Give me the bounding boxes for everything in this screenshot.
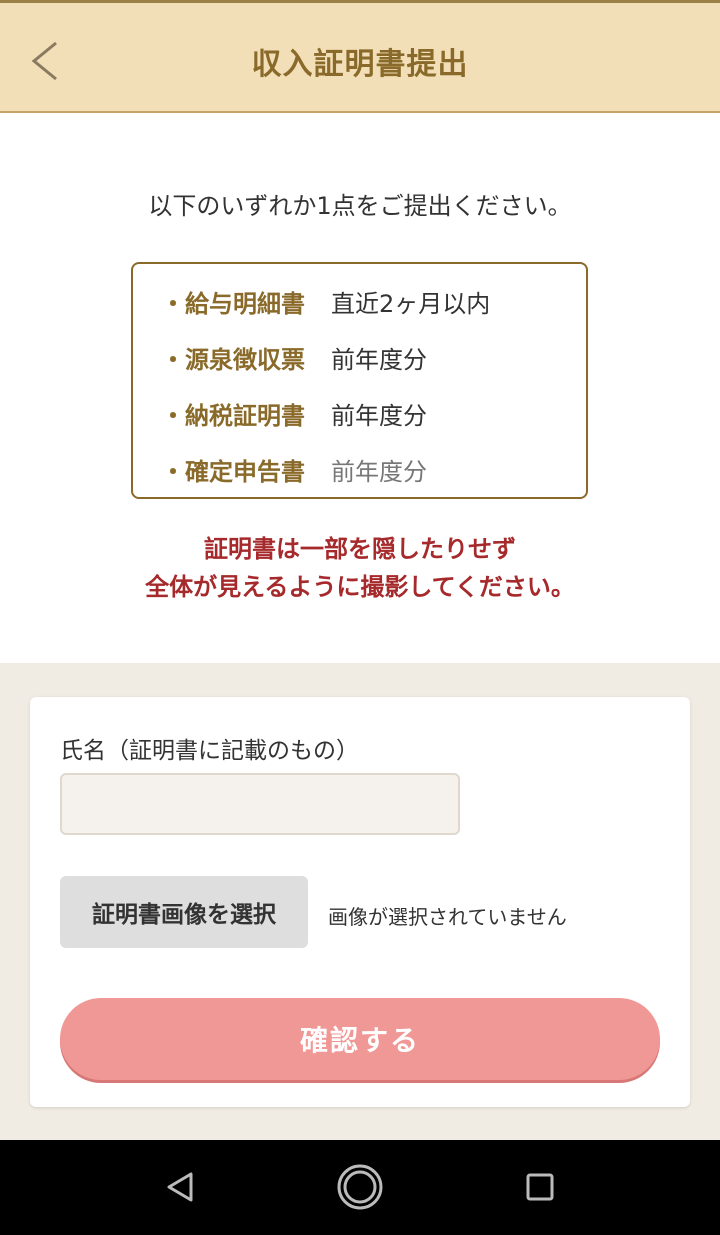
file-status-text: 画像が選択されていません — [328, 905, 567, 929]
photo-warning: 証明書は一部を隠したりせず 全体が見えるように撮影してください。 — [0, 530, 720, 606]
document-name: ・確定申告書 — [161, 457, 305, 486]
warning-line-1: 証明書は一部を隠したりせず — [204, 535, 516, 563]
home-circle-icon — [337, 1164, 383, 1210]
document-name: ・源泉徴収票 — [161, 345, 305, 374]
intro-text: 以下のいずれか1点をご提出ください。 — [148, 192, 572, 220]
document-period: 前年度分 — [331, 345, 427, 374]
confirm-button[interactable]: 確認する — [60, 998, 660, 1080]
document-period: 前年度分 — [331, 457, 427, 486]
document-item: ・給与明細書 直近2ヶ月以内 — [161, 281, 490, 321]
submission-form: 氏名（証明書に記載のもの） 証明書画像を選択 画像が選択されていません 確認する — [30, 697, 690, 1107]
document-item: ・源泉徴収票 前年度分 — [161, 337, 427, 377]
system-nav-bar — [0, 1140, 720, 1235]
warning-line-2: 全体が見えるように撮影してください。 — [145, 573, 575, 601]
name-input[interactable] — [60, 773, 460, 835]
document-name: ・給与明細書 — [161, 289, 305, 318]
nav-back-button[interactable] — [155, 1162, 205, 1212]
select-image-button[interactable]: 証明書画像を選択 — [60, 876, 308, 948]
back-triangle-icon — [167, 1172, 193, 1202]
document-item: ・確定申告書 前年度分 — [161, 449, 427, 489]
nav-recents-button[interactable] — [515, 1162, 565, 1212]
recents-square-icon — [526, 1173, 554, 1201]
document-name: ・納税証明書 — [161, 401, 305, 430]
document-item: ・納税証明書 前年度分 — [161, 393, 427, 433]
page-title: 収入証明書提出 — [251, 47, 469, 82]
app-header: 収入証明書提出 — [0, 0, 720, 113]
nav-home-button[interactable] — [335, 1162, 385, 1212]
name-label: 氏名（証明書に記載のもの） — [60, 738, 359, 764]
document-list: ・給与明細書 直近2ヶ月以内 ・源泉徴収票 前年度分 ・納税証明書 前年度分 ・… — [131, 262, 588, 499]
document-period: 直近2ヶ月以内 — [331, 289, 491, 318]
document-period: 前年度分 — [331, 401, 427, 430]
